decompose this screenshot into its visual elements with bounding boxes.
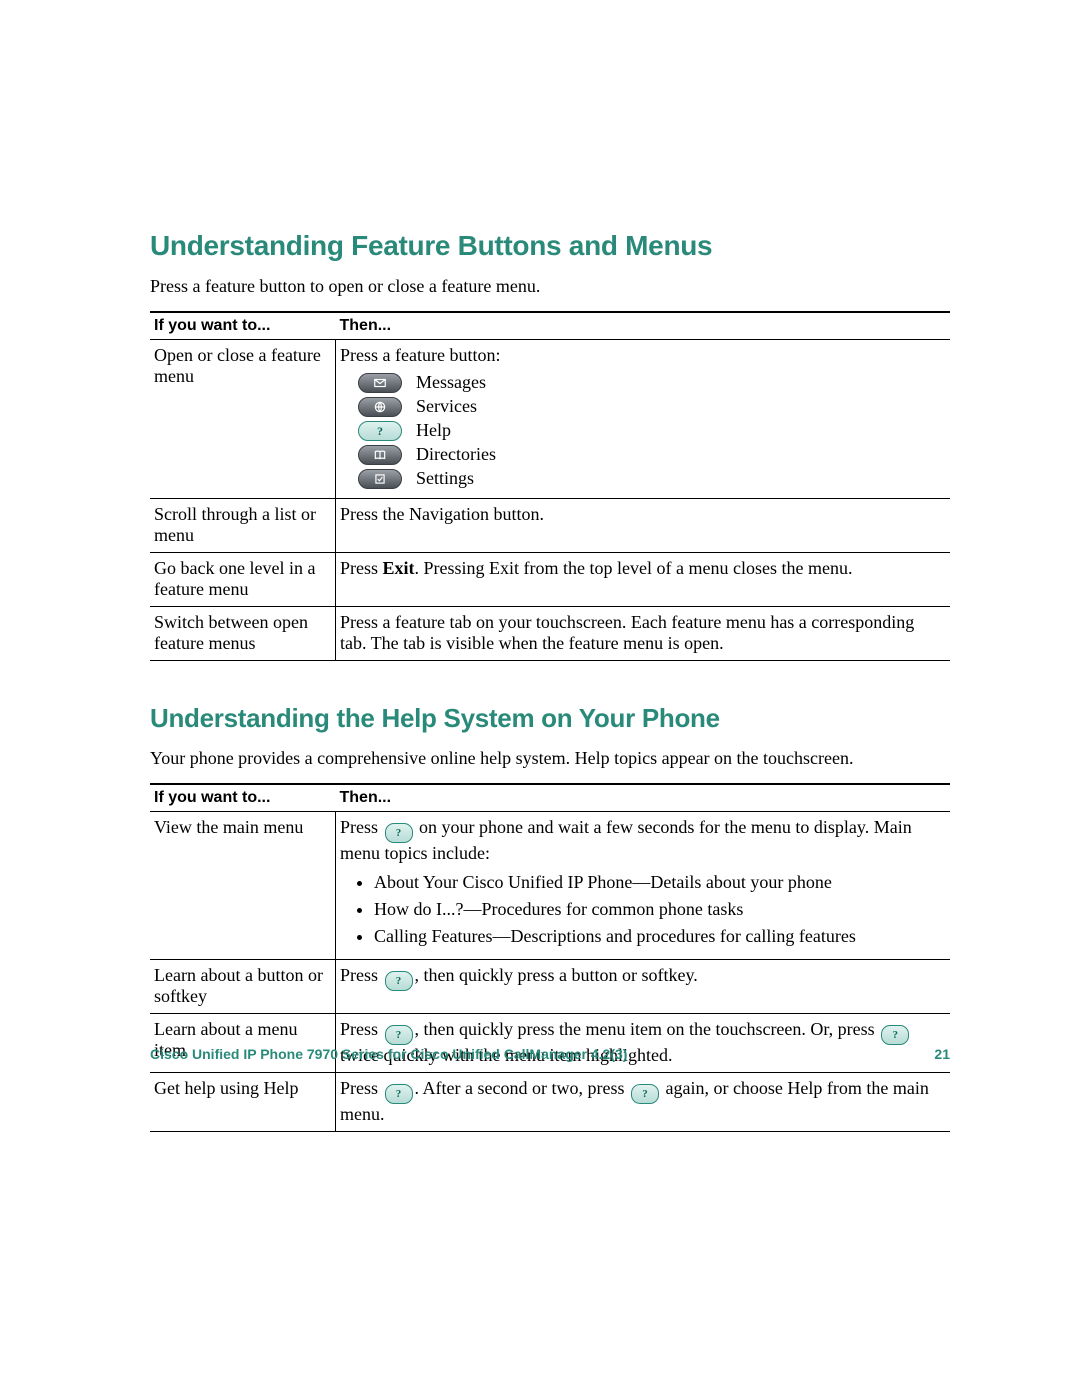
question-icon: ? [358,421,402,441]
want-help-using-help: Get help using Help [150,1073,336,1132]
text-fragment: Press [340,1019,383,1039]
feature-button-settings: Settings [358,468,944,489]
want-scroll: Scroll through a list or menu [150,499,336,553]
text-fragment: , then quickly press a button or softkey… [415,965,698,985]
footer-page-number: 21 [934,1046,950,1062]
page-footer: Cisco Unified IP Phone 7970 Series for C… [150,1046,950,1062]
settings-label: Settings [416,468,474,489]
document-page: Understanding Feature Buttons and Menus … [0,0,1080,1397]
checkbox-icon [358,469,402,489]
services-label: Services [416,396,477,417]
table-row: Switch between open feature menus Press … [150,607,950,661]
help-system-table: If you want to... Then... View the main … [150,783,950,1132]
directories-label: Directories [416,444,496,465]
question-icon: ? [385,1025,413,1045]
column-header-want-1: If you want to... [150,312,336,340]
main-menu-topics: About Your Cisco Unified IP Phone—Detail… [340,872,944,947]
question-icon: ? [385,823,413,843]
text-fragment: Press [340,558,383,578]
section-heading-help-system: Understanding the Help System on Your Ph… [150,703,950,734]
column-header-then-2: Then... [336,784,951,812]
then-go-back: Press Exit. Pressing Exit from the top l… [336,553,951,607]
globe-icon [358,397,402,417]
then-scroll: Press the Navigation button. [336,499,951,553]
text-fragment: , then quickly press the menu item on th… [415,1019,880,1039]
then-view-main-menu: Press ? on your phone and wait a few sec… [336,812,951,960]
want-view-main-menu: View the main menu [150,812,336,960]
feature-button-help: ? Help [358,420,944,441]
question-icon: ? [385,971,413,991]
want-open-close-menu: Open or close a feature menu [150,340,336,499]
table-row: Learn about a button or softkey Press ?,… [150,960,950,1014]
question-icon: ? [881,1025,909,1045]
column-header-then-1: Then... [336,312,951,340]
list-item: Calling Features—Descriptions and proced… [374,926,944,947]
text-fragment: Press [340,1078,383,1098]
then-learn-button: Press ?, then quickly press a button or … [336,960,951,1014]
text-fragment: Press [340,817,383,837]
exit-bold: Exit [383,558,415,578]
want-go-back: Go back one level in a feature menu [150,553,336,607]
table-row: Scroll through a list or menu Press the … [150,499,950,553]
envelope-icon [358,373,402,393]
text-fragment: . After a second or two, press [415,1078,629,1098]
feature-button-messages: Messages [358,372,944,393]
want-learn-button: Learn about a button or softkey [150,960,336,1014]
section-intro-1: Press a feature button to open or close … [150,276,950,297]
table-row: Learn about a menu item Press ?, then qu… [150,1014,950,1073]
text-fragment: Press [340,965,383,985]
table-row: View the main menu Press ? on your phone… [150,812,950,960]
footer-title: Cisco Unified IP Phone 7970 Series for C… [150,1046,627,1062]
feature-button-directories: Directories [358,444,944,465]
question-icon: ? [631,1084,659,1104]
section-intro-2: Your phone provides a comprehensive onli… [150,748,950,769]
then-help-using-help: Press ?. After a second or two, press ? … [336,1073,951,1132]
want-switch-menus: Switch between open feature menus [150,607,336,661]
table-row: Open or close a feature menu Press a fea… [150,340,950,499]
book-icon [358,445,402,465]
then-learn-menu-item: Press ?, then quickly press the menu ite… [336,1014,951,1073]
list-item: About Your Cisco Unified IP Phone—Detail… [374,872,944,893]
then-open-close-menu: Press a feature button: Messages [336,340,951,499]
text-fragment: on your phone and wait a few seconds for… [340,817,912,863]
feature-buttons-table: If you want to... Then... Open or close … [150,311,950,661]
list-item: How do I...?—Procedures for common phone… [374,899,944,920]
question-icon: ? [385,1084,413,1104]
want-learn-menu-item: Learn about a menu item [150,1014,336,1073]
feature-button-services: Services [358,396,944,417]
table-row: Go back one level in a feature menu Pres… [150,553,950,607]
messages-label: Messages [416,372,486,393]
help-label: Help [416,420,451,441]
table-row: Get help using Help Press ?. After a sec… [150,1073,950,1132]
text-fragment: . Pressing Exit from the top level of a … [415,558,853,578]
column-header-want-2: If you want to... [150,784,336,812]
press-feature-button-lead: Press a feature button: [340,345,500,365]
then-switch-menus: Press a feature tab on your touchscreen.… [336,607,951,661]
section-heading-feature-buttons: Understanding Feature Buttons and Menus [150,230,950,262]
